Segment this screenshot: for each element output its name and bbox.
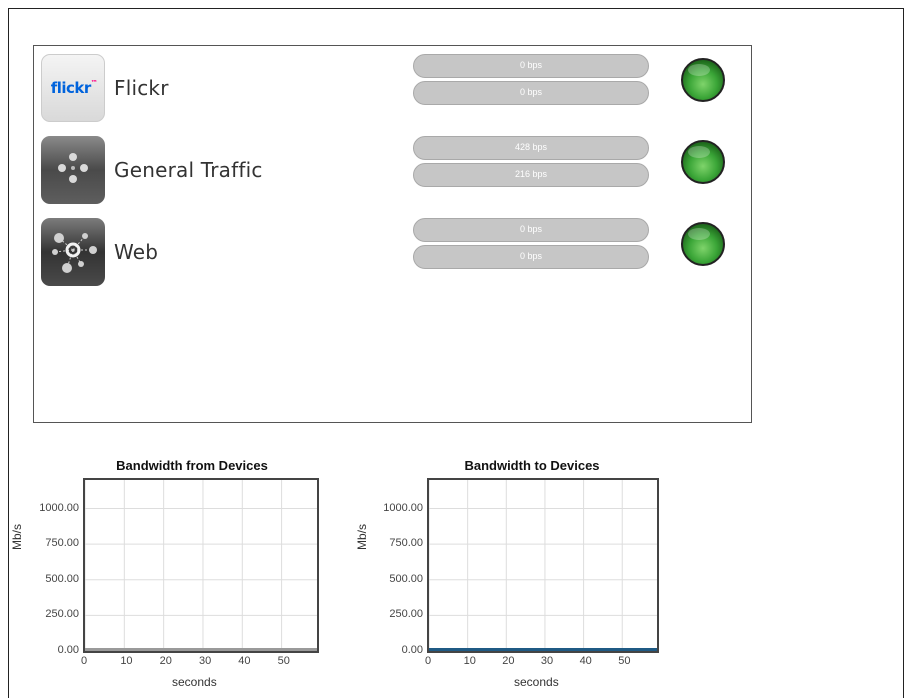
x-tick-label: 30	[198, 655, 212, 667]
app-name-label: General Traffic	[114, 158, 263, 182]
chart-title: Bandwidth to Devices	[464, 458, 600, 473]
y-tick-label: 250.00	[389, 608, 423, 621]
upload-rate-bar: 0 bps	[413, 218, 649, 242]
x-tick-label: 40	[579, 655, 592, 667]
y-tick-label: 250.00	[45, 608, 79, 621]
chart-title: Bandwidth from Devices	[116, 458, 268, 473]
y-tick-label: 1000.00	[383, 501, 423, 514]
y-tick-label: 0.00	[401, 644, 423, 656]
x-tick-label: 20	[159, 655, 172, 667]
x-tick-label: 50	[277, 655, 290, 667]
x-tick-label: 30	[540, 655, 554, 667]
app-row-flickr[interactable]: flickr™ Flickr 0 bps 0 bps	[41, 54, 741, 122]
x-tick-label: 20	[502, 655, 515, 667]
application-list-panel: flickr™ Flickr 0 bps 0 bps General Traff…	[33, 45, 752, 423]
status-light-icon	[681, 140, 725, 184]
y-tick-label: 750.00	[389, 537, 423, 550]
download-rate-bar: 0 bps	[413, 81, 649, 105]
x-tick-label: 0	[425, 655, 432, 667]
flickr-logo-icon: flickr™	[41, 54, 105, 122]
plot-area	[83, 478, 319, 653]
app-row-web[interactable]: Web 0 bps 0 bps	[41, 218, 741, 286]
x-tick-label: 40	[238, 655, 251, 667]
web-hub-icon	[41, 218, 105, 286]
y-axis-label: Mb/s	[10, 524, 24, 551]
status-light-icon	[681, 222, 725, 266]
app-name-label: Web	[114, 240, 159, 264]
x-axis-label: seconds	[172, 675, 217, 689]
y-tick-label: 0.00	[57, 644, 79, 656]
y-tick-label: 500.00	[45, 572, 79, 585]
y-tick-label: 500.00	[389, 572, 423, 585]
x-tick-label: 10	[120, 655, 133, 667]
app-name-label: Flickr	[114, 76, 169, 100]
download-rate-bar: 216 bps	[413, 163, 649, 187]
chart-canvas	[85, 480, 317, 651]
x-axis-label: seconds	[514, 675, 559, 689]
x-tick-label: 0	[81, 655, 88, 667]
plot-area	[427, 478, 659, 653]
upload-rate-bar: 0 bps	[413, 54, 649, 78]
y-axis-label: Mb/s	[355, 524, 369, 551]
chart-canvas	[429, 480, 657, 651]
network-nodes-icon	[41, 136, 105, 204]
y-tick-label: 1000.00	[39, 501, 79, 514]
x-tick-label: 50	[618, 655, 631, 667]
x-tick-label: 10	[463, 655, 476, 667]
status-light-icon	[681, 58, 725, 102]
download-rate-bar: 0 bps	[413, 245, 649, 269]
upload-rate-bar: 428 bps	[413, 136, 649, 160]
y-tick-label: 750.00	[45, 537, 79, 550]
app-row-general-traffic[interactable]: General Traffic 428 bps 216 bps	[41, 136, 741, 204]
